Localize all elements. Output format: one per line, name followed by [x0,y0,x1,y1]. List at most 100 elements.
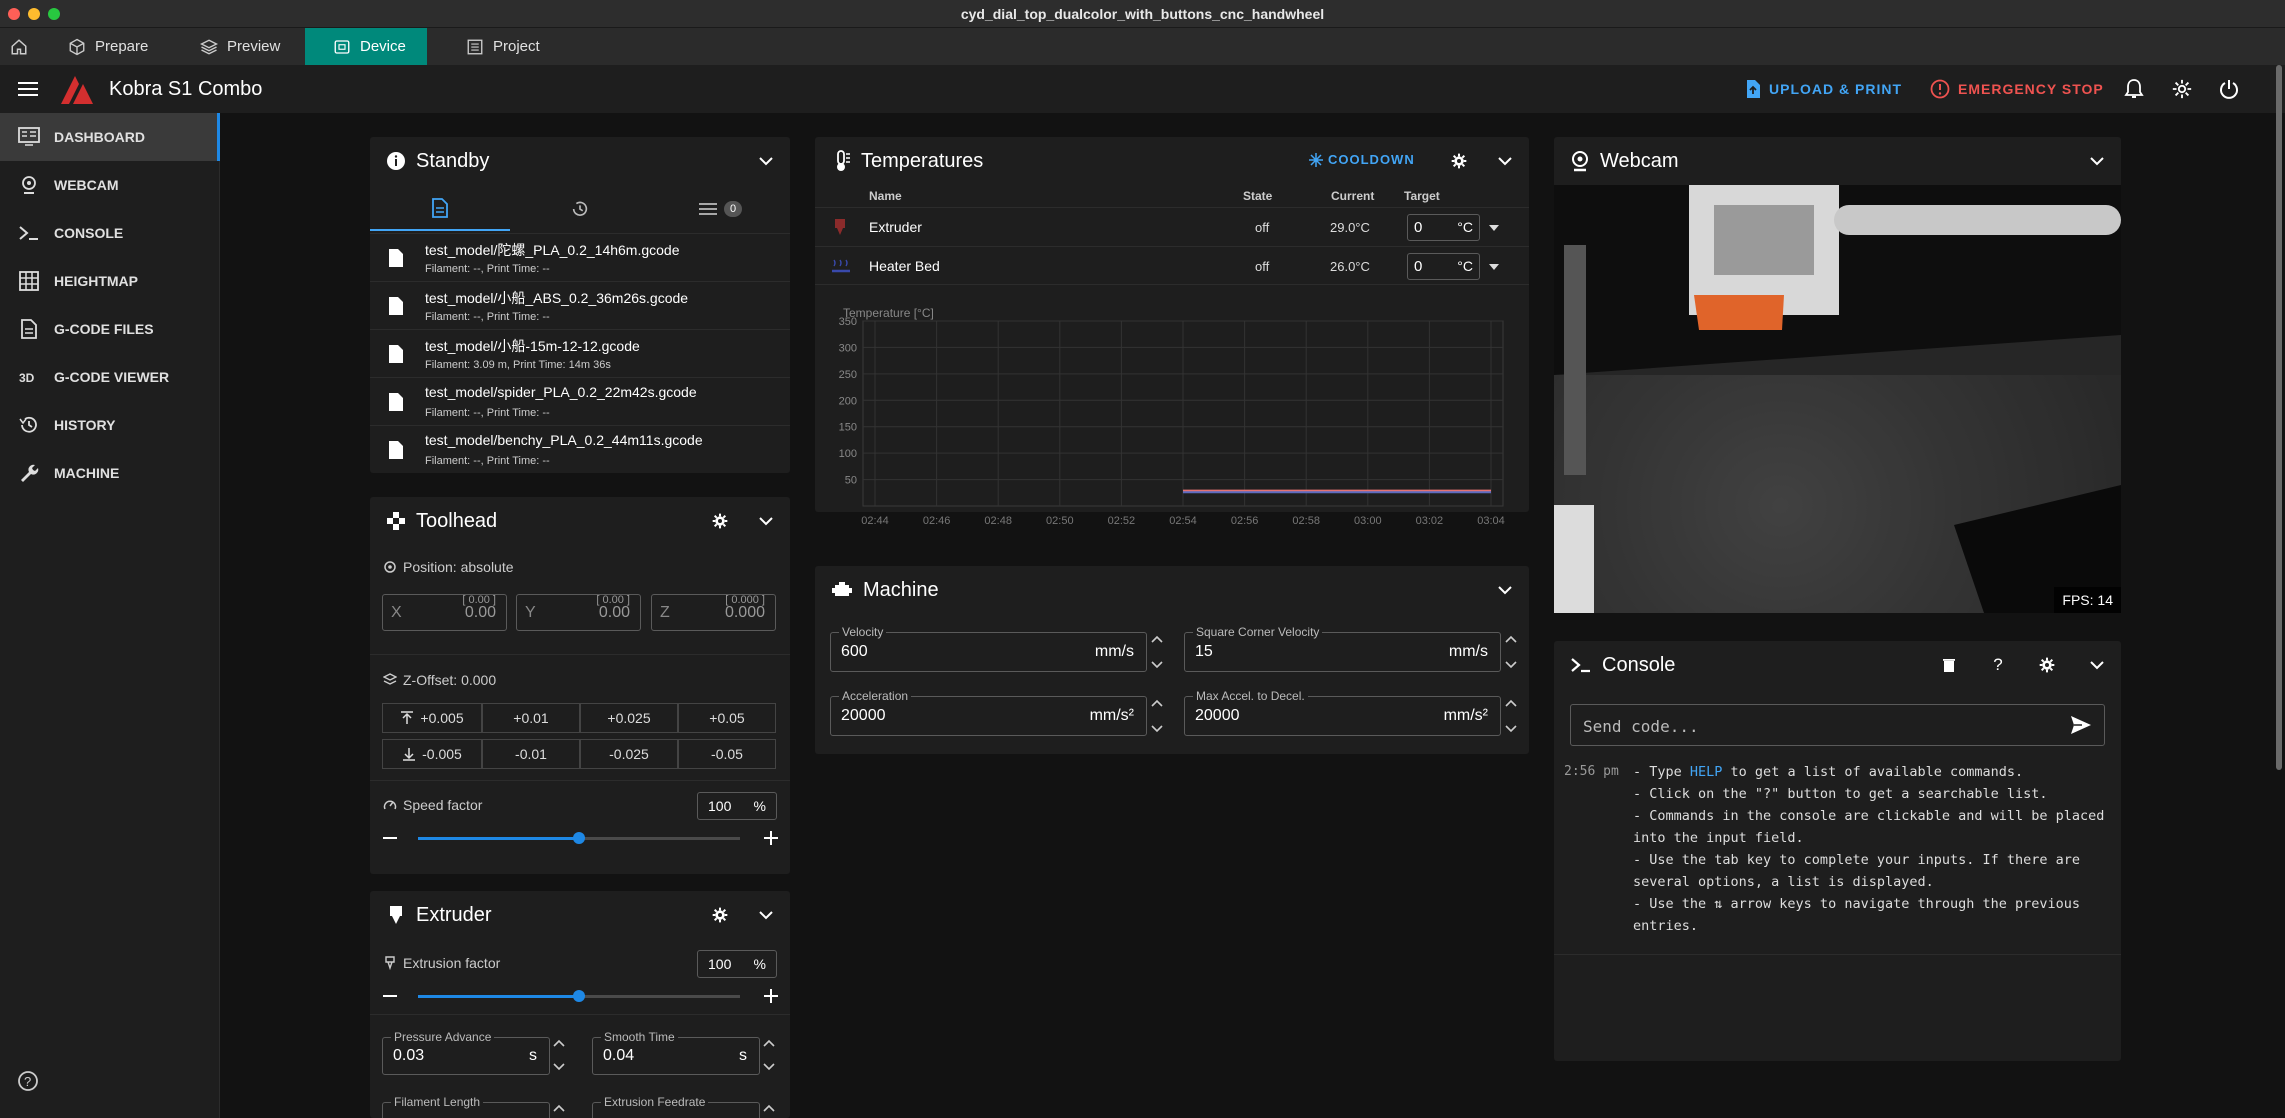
z-position-field[interactable]: Z [ 0.000 ] 0.000 [651,594,776,631]
chevron-down-icon[interactable] [2087,151,2107,171]
sidebar-item-gcode-viewer[interactable]: 3D G-CODE VIEWER [0,353,220,401]
trash-icon[interactable] [1939,655,1959,675]
upload-print-button[interactable]: UPLOAD & PRINT [1745,79,1902,99]
sidebar-item-heightmap[interactable]: HEIGHTMAP [0,257,220,305]
velocity-field[interactable]: Velocity 600 mm/s [830,625,1147,672]
scv-stepper[interactable] [1505,632,1521,672]
help-icon[interactable]: ? [16,1069,40,1093]
webcam-stream[interactable]: FPS: 14 [1554,185,2121,613]
sidebar-item-console[interactable]: CONSOLE [0,209,220,257]
help-icon[interactable]: ? [1988,655,2008,675]
file-row[interactable]: test_model/小船_ABS_0.2_36m26s.gcode Filam… [370,281,790,329]
speed-factor-input[interactable]: 100 % [697,792,777,820]
slider-thumb[interactable] [573,990,585,1002]
plus-icon[interactable] [763,988,779,1004]
file-row[interactable]: test_model/小船-15m-12-12.gcode Filament: … [370,329,790,377]
target-temp-input[interactable]: 0 °C [1407,253,1480,280]
file-row[interactable]: test_model/陀螺_PLA_0.2_14h6m.gcode Filame… [370,233,790,281]
square-corner-velocity-field[interactable]: Square Corner Velocity 15 mm/s [1184,625,1501,672]
target-temp-input[interactable]: 0 °C [1407,214,1480,241]
tab-device[interactable]: Device [305,28,427,65]
gear-icon[interactable] [2037,655,2057,675]
acceleration-field[interactable]: Acceleration 20000 mm/s² [830,689,1147,736]
extrusion-feedrate-field[interactable]: Extrusion Feedrate [592,1095,760,1118]
max-accel-to-decel-field[interactable]: Max Accel. to Decel. 20000 mm/s² [1184,689,1501,736]
gear-icon[interactable] [710,511,730,531]
console-input[interactable]: Send code... [1570,704,2105,746]
preset-dropdown-icon[interactable] [1487,221,1501,235]
slider-thumb[interactable] [573,832,585,844]
chevron-down-icon [1505,661,1517,669]
z-up-button[interactable]: +0.05 [678,703,776,733]
tab-project[interactable]: Project [444,28,564,65]
sidebar-item-machine[interactable]: MACHINE [0,449,220,497]
smooth-time-label: Smooth Time [601,1030,678,1044]
chevron-down-icon[interactable] [1495,580,1515,600]
gear-icon[interactable] [710,905,730,925]
home-tab[interactable] [0,28,40,65]
help-command-link[interactable]: HELP [1690,764,1723,780]
z-up-button[interactable]: +0.01 [482,703,580,733]
chevron-down-icon[interactable] [756,511,776,531]
gear-icon[interactable] [1449,151,1469,171]
z-down-button[interactable]: -0.05 [678,739,776,769]
pressure-advance-field[interactable]: Pressure Advance 0.03 s [382,1030,550,1075]
z-down-button[interactable]: -0.025 [580,739,678,769]
file-row[interactable]: test_model/benchy_PLA_0.2_44m11s.gcode F… [370,425,790,473]
power-icon[interactable] [2217,77,2241,101]
console-message: - Type HELP to get a list of available c… [1633,761,2113,937]
z-up-button[interactable]: +0.005 [382,703,482,733]
standby-header: Standby [370,137,790,185]
bell-icon[interactable] [2122,77,2146,101]
decel-stepper[interactable] [1505,696,1521,736]
x-position-field[interactable]: X [ 0.00 ] 0.00 [382,594,507,631]
z-down-button[interactable]: -0.005 [382,739,482,769]
page-scrollbar[interactable] [2276,65,2282,770]
chevron-down-icon[interactable] [756,151,776,171]
smooth-time-stepper[interactable] [763,1036,779,1076]
pressure-advance-stepper[interactable] [553,1036,569,1076]
cooldown-button[interactable]: COOLDOWN [1309,152,1415,167]
settings-cog-icon[interactable] [2170,77,2194,101]
webcam-icon [1572,151,1588,172]
scv-label: Square Corner Velocity [1193,625,1323,639]
extrusion-factor-slider[interactable] [418,990,740,1002]
console-line[interactable]: - Type HELP to get a list of available c… [1633,761,2113,783]
extrusion-feedrate-stepper[interactable] [763,1101,779,1117]
y-position-field[interactable]: Y [ 0.00 ] 0.00 [516,594,641,631]
filament-length-stepper[interactable] [553,1101,569,1117]
sidebar-item-history[interactable]: HISTORY [0,401,220,449]
preset-dropdown-icon[interactable] [1487,260,1501,274]
tab-history[interactable] [510,187,650,231]
smooth-time-field[interactable]: Smooth Time 0.04 s [592,1030,760,1075]
line-text: entries. [1633,918,1699,934]
sidebar-item-dashboard[interactable]: DASHBOARD [0,113,220,161]
chevron-down-icon[interactable] [756,905,776,925]
chevron-down-icon[interactable] [1495,151,1515,171]
menu-icon[interactable] [16,77,40,101]
velocity-stepper[interactable] [1151,632,1167,672]
minus-icon[interactable] [382,988,398,1004]
minus-icon[interactable] [382,830,398,846]
plus-icon[interactable] [763,830,779,846]
tab-prepare[interactable]: Prepare [46,28,166,65]
col-name: Name [869,189,902,203]
tab-preview[interactable]: Preview [178,28,298,65]
chevron-up-icon [553,1039,565,1047]
filament-length-field[interactable]: Filament Length [382,1095,550,1118]
send-icon[interactable] [2070,715,2092,735]
extrusion-factor-input[interactable]: 100 % [697,950,777,978]
acceleration-stepper[interactable] [1151,696,1167,736]
sidebar-item-gcode-files[interactable]: G-CODE FILES [0,305,220,353]
z-up-button[interactable]: +0.025 [580,703,678,733]
z-down-button[interactable]: -0.01 [482,739,580,769]
speed-factor-slider[interactable] [418,832,740,844]
tab-files[interactable] [370,187,510,231]
file-row[interactable]: test_model/spider_PLA_0.2_22m42s.gcode F… [370,377,790,425]
sidebar-item-webcam[interactable]: WEBCAM [0,161,220,209]
smooth-time-value: 0.04 [603,1047,635,1064]
tab-queue[interactable]: 0 [650,187,790,231]
emergency-stop-button[interactable]: EMERGENCY STOP [1930,79,2104,99]
slider-fill [418,837,579,840]
chevron-down-icon[interactable] [2087,655,2107,675]
